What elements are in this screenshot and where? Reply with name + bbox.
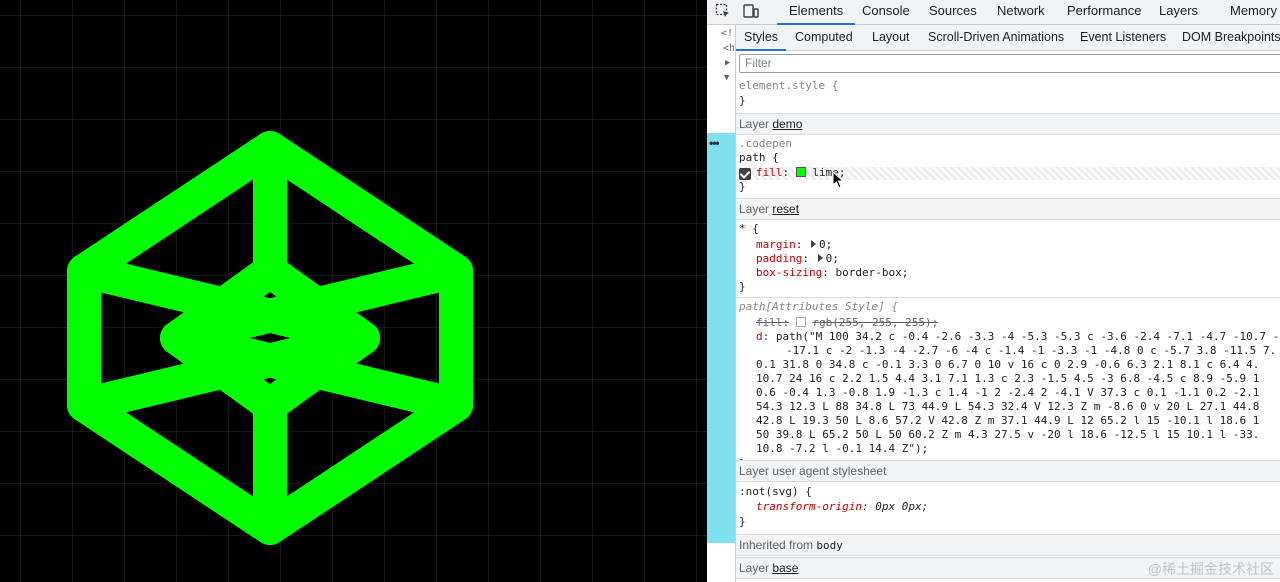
tab-computed[interactable]: Computed	[795, 25, 853, 51]
expand-shorthand-icon[interactable]	[811, 240, 816, 248]
selected-node-highlight: •••	[707, 133, 735, 543]
prop-name: fill:	[756, 316, 790, 329]
path-data-line: 50 39.8 L 65.2 50 L 50 60.2 Z m 4.3 27.5…	[756, 428, 1260, 441]
prop-value[interactable]: 0;	[819, 238, 832, 251]
path-data-line: 54.3 12.3 L 88 34.8 L 73 44.9 L 54.3 32.…	[756, 400, 1260, 413]
watermark: @稀土掘金技术社区	[1147, 561, 1274, 577]
declaration-fill-overridden[interactable]: fill: rgb(255, 255, 255);	[756, 316, 938, 329]
inherited-label: Inherited from	[739, 538, 814, 552]
path-data-line: 0.1 31.8 0 34.8 c -0.1 3.3 0 6.7 0 10 v …	[756, 358, 1260, 371]
dom-expand-icon[interactable]: ▶	[725, 58, 730, 68]
rule-selector-universal[interactable]: * {	[739, 222, 759, 235]
rule-close: }	[739, 280, 746, 293]
mouse-pointer-icon	[832, 171, 845, 189]
prop-value[interactable]: border-box;	[835, 266, 908, 279]
rule-selector-not-svg[interactable]: :not(svg) {	[739, 485, 812, 498]
declaration-box-sizing[interactable]: box-sizing: border-box;	[756, 266, 908, 279]
rule-close: }	[739, 515, 746, 528]
path-data-line: -17.1 c -2 -1.3 -4 -2.7 -6 -4 c -1.4 -1 …	[786, 344, 1277, 357]
color-swatch-icon[interactable]	[795, 317, 806, 327]
tab-event-listeners[interactable]: Event Listeners	[1080, 25, 1166, 51]
tab-layers[interactable]: Layers	[1159, 0, 1198, 25]
devtools-toolbar: Elements Console Sources Network Perform…	[707, 0, 1280, 25]
styles-pane: Styles Computed Layout Scroll-Driven Ani…	[735, 25, 1280, 582]
rule-selector-path[interactable]: path {	[739, 151, 779, 164]
tab-network[interactable]: Network	[997, 0, 1045, 25]
declaration-d[interactable]: d: path("M 100 34.2 c -0.4 -2.6 -3.3 -4 …	[756, 330, 1279, 343]
prop-name: padding	[756, 252, 803, 265]
filter-input[interactable]: Filter	[739, 54, 1280, 73]
expand-shorthand-icon[interactable]	[817, 254, 823, 262]
tab-console[interactable]: Console	[862, 0, 910, 25]
divider	[736, 297, 1280, 298]
dom-fragment: <h	[723, 43, 736, 54]
sidebar-tabs: Styles Computed Layout Scroll-Driven Ani…	[736, 25, 1280, 51]
rule-close: }	[739, 94, 746, 107]
path-data-line: 0.6 -0.4 1.3 -0.8 1.9 -1.3 c 1.4 -1 2 -2…	[756, 386, 1260, 399]
tab-dom-breakpoints[interactable]: DOM Breakpoints	[1182, 25, 1280, 51]
inherited-header: Inherited from body	[736, 534, 1280, 556]
layer-link-reset[interactable]: reset	[772, 202, 799, 216]
inherited-element-link[interactable]: body	[816, 539, 843, 552]
path-data-line: 10.8 -7.2 l -0.1 14.4 Z");	[756, 442, 929, 455]
rule-selector-codepen[interactable]: .codepen	[739, 137, 792, 150]
path-data-line: 10.7 24 16 c 2.2 1.5 4.4 3.1 7.1 1.3 c 2…	[756, 372, 1260, 385]
prop-value: 0px 0px;	[875, 500, 929, 513]
layer-label: Layer	[739, 561, 770, 575]
tab-performance[interactable]: Performance	[1067, 0, 1141, 25]
layer-header-reset: Layer reset	[736, 198, 1280, 220]
tab-memory[interactable]: Memory	[1230, 0, 1277, 25]
layer-label: Layer	[739, 117, 770, 131]
device-toolbar-icon[interactable]	[743, 3, 759, 19]
layer-link-demo[interactable]: demo	[772, 117, 802, 131]
more-options-icon[interactable]: •••	[709, 136, 720, 150]
tab-elements[interactable]: Elements	[777, 0, 856, 25]
tab-sources[interactable]: Sources	[929, 0, 977, 25]
prop-value[interactable]: 0;	[826, 252, 839, 265]
dom-collapse-icon[interactable]: ▼	[724, 73, 729, 83]
declaration-checkbox[interactable]	[739, 168, 751, 180]
element-style-selector[interactable]: element.style {	[739, 79, 838, 92]
prop-name: transform-origin	[756, 500, 862, 513]
preview-canvas	[0, 0, 707, 582]
declaration-margin[interactable]: margin: 0;	[756, 238, 832, 251]
rule-selector-attributes[interactable]: path[Attributes Style] {	[739, 300, 898, 313]
tab-scroll-driven-animations[interactable]: Scroll-Driven Animations	[928, 25, 1064, 51]
path-data-line[interactable]: path("M 100 34.2 c -0.4 -2.6 -3.3 -4 -5.…	[776, 330, 1279, 343]
tab-styles[interactable]: Styles	[736, 25, 787, 51]
prop-name: d:	[756, 330, 770, 343]
prop-name: box-sizing	[756, 266, 823, 279]
codepen-logo-icon	[67, 131, 473, 545]
declaration-padding[interactable]: padding: 0;	[756, 252, 839, 265]
layer-header-user-agent: Layer user agent stylesheet	[736, 460, 1280, 482]
dom-fragment: <!	[721, 28, 734, 39]
tab-layout[interactable]: Layout	[872, 25, 910, 51]
declaration-transform-origin: transform-origin: 0px 0px;	[756, 500, 929, 513]
layer-link-base[interactable]: base	[772, 561, 798, 575]
prop-value[interactable]: rgb(255, 255, 255);	[812, 316, 938, 329]
path-data-line: 42.8 L 19.3 50 L 8.6 57.2 V 42.8 Z m 37.…	[756, 414, 1260, 427]
rule-close: }	[739, 180, 746, 193]
color-swatch-icon[interactable]	[795, 167, 806, 177]
prop-name: margin	[756, 238, 796, 251]
layer-label: Layer	[739, 202, 770, 216]
prop-name: fill	[756, 166, 783, 179]
inspect-element-icon[interactable]	[715, 3, 731, 19]
layer-header-demo: Layer demo	[736, 113, 1280, 135]
devtools-panel: Elements Console Sources Network Perform…	[707, 0, 1280, 582]
